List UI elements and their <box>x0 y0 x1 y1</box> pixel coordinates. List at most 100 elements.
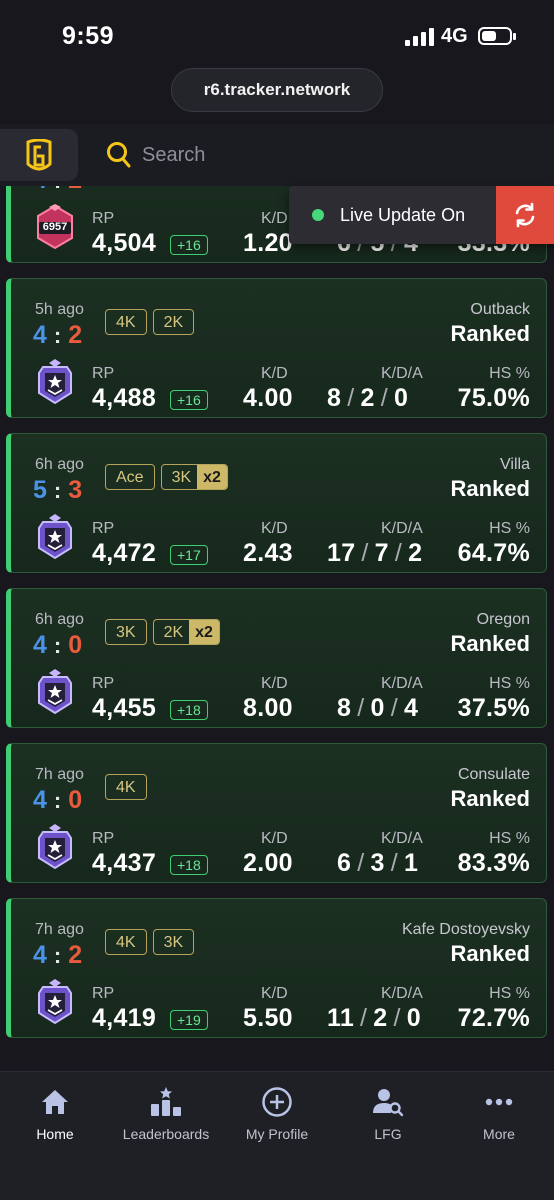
game-mode: Ranked <box>450 476 530 501</box>
score-separator: : <box>54 186 62 193</box>
kda-separator: / <box>380 384 388 412</box>
nav-leaderboards[interactable]: Leaderboards <box>111 1086 221 1142</box>
assists-value: 0 <box>406 1004 421 1032</box>
hs-label: HS % <box>489 365 530 382</box>
kda-separator: / <box>357 849 365 877</box>
kda-separator: / <box>390 694 398 722</box>
rp-value: 4,419 <box>92 1004 157 1032</box>
status-bar: 9:59 4G <box>0 0 554 70</box>
deaths-value: 3 <box>370 849 385 877</box>
multikill-tag: 3K <box>152 929 195 955</box>
deaths-value: 2 <box>373 1004 388 1032</box>
kd-value: 2.00 <box>243 849 293 877</box>
rank-badge-icon <box>35 359 75 405</box>
match-time-ago: 7h ago <box>35 921 84 938</box>
multikill-tag: 2K x2 <box>152 619 220 645</box>
match-card[interactable]: 6h ago 4:0 3K 2K x2 Oregon Ranked RP 4,455 +18 K/D… <box>6 588 547 728</box>
match-card[interactable]: 7h ago 4:0 4K Consulate Ranked RP 4,437 +18 K/D 2… <box>6 743 547 883</box>
map-name: Outback <box>470 301 530 318</box>
kills-value: 8 <box>327 384 342 412</box>
kda-label: K/D/A <box>381 985 423 1002</box>
map-name: Oregon <box>476 611 530 628</box>
rounds-won: 4 <box>33 631 48 659</box>
rp-delta-badge: +18 <box>170 700 208 720</box>
match-score: 4:2 <box>33 941 83 970</box>
deaths-value: 2 <box>360 384 375 412</box>
game-mode: Ranked <box>450 321 530 346</box>
nav-label: My Profile <box>245 1126 309 1142</box>
rp-label: RP <box>92 210 115 227</box>
match-time-ago: 5h ago <box>35 301 84 318</box>
rp-label: RP <box>92 675 115 692</box>
rank-badge-icon: 6957 <box>35 204 75 250</box>
match-time-ago: 7h ago <box>35 766 84 783</box>
app-header: Search <box>0 124 554 186</box>
search-icon <box>107 142 131 168</box>
tag-label: 3K <box>163 933 184 951</box>
score-separator: : <box>53 788 63 813</box>
match-card[interactable]: 6h ago 5:3 Ace 3K x2 Villa Ranked RP 4,472 +17 K/D… <box>6 433 547 573</box>
nav-label: More <box>483 1126 515 1142</box>
score-separator: : <box>53 323 63 348</box>
tag-label: 3K <box>171 468 192 486</box>
assists-value: 2 <box>408 539 423 567</box>
kd-label: K/D <box>261 210 288 227</box>
rounds-lost: 0 <box>68 631 84 659</box>
multikill-tags: 4K 2K <box>105 309 195 335</box>
rp-label: RP <box>92 985 115 1002</box>
score-separator: : <box>53 478 63 503</box>
nav-my-profile[interactable]: My Profile <box>222 1086 332 1142</box>
multikill-tags: 3K 2K x2 <box>105 619 220 645</box>
kd-value: 4.00 <box>243 384 293 412</box>
kda-separator: / <box>347 384 355 412</box>
rp-delta-badge: +17 <box>170 545 208 565</box>
kd-label: K/D <box>261 985 288 1002</box>
url-field[interactable]: r6.tracker.network <box>171 68 383 112</box>
match-card[interactable]: 5h ago 4:2 4K 2K Outback Ranked RP 4,488 +16 K/D 4… <box>6 278 547 418</box>
assists-value: 4 <box>403 694 419 722</box>
multikill-tag: Ace <box>105 464 155 490</box>
add-profile-icon <box>262 1087 292 1117</box>
bottom-nav: Home Leaderboards My Profile LFG More <box>0 1071 554 1200</box>
rainbow-six-logo-icon[interactable] <box>0 129 78 181</box>
match-list: 5h ago4:23KConsulateRanked6957RP4,504+16… <box>0 186 554 1071</box>
nav-lfg[interactable]: LFG <box>333 1086 443 1142</box>
refresh-button[interactable] <box>496 186 554 244</box>
kd-value: 8.00 <box>243 694 293 722</box>
live-update-label: Live Update On <box>340 204 466 225</box>
kda-value: 8/2/0 <box>327 384 408 413</box>
rounds-lost: 2 <box>68 941 84 969</box>
tag-label: 3K <box>116 623 136 641</box>
kda-separator: / <box>393 1004 401 1032</box>
kda-separator: / <box>357 694 365 722</box>
tag-label: 2K <box>163 313 184 331</box>
multikill-tag: 2K <box>152 309 195 335</box>
nav-home[interactable]: Home <box>0 1086 110 1142</box>
browser-bar: r6.tracker.network <box>0 66 554 122</box>
kda-value: 6/3/1 <box>337 849 418 878</box>
kd-value: 1.20 <box>243 229 293 257</box>
tag-multiplier: x2 <box>197 465 227 489</box>
search-bar[interactable]: Search <box>106 138 205 172</box>
kda-separator: / <box>360 1004 368 1032</box>
search-input[interactable]: Search <box>142 144 205 167</box>
live-update-toggle[interactable]: Live Update On <box>289 186 496 244</box>
rp-delta-badge: +18 <box>170 855 208 875</box>
rounds-won: 5 <box>33 476 48 504</box>
tag-multiplier: x2 <box>189 620 219 644</box>
multikill-tags: 4K 3K <box>105 929 195 955</box>
match-card[interactable]: 7h ago 4:2 4K 3K Kafe Dostoyevsky Ranked RP 4,4… <box>6 898 547 1038</box>
hs-label: HS % <box>489 675 530 692</box>
rounds-won: 4 <box>33 186 48 194</box>
kda-value: 8/0/4 <box>337 694 418 723</box>
kda-value: 17/7/2 <box>327 539 422 568</box>
nav-more[interactable]: More <box>444 1086 554 1142</box>
kd-label: K/D <box>261 675 288 692</box>
kd-value: 2.43 <box>243 539 293 567</box>
match-score: 4:2 <box>33 321 83 350</box>
rank-badge-icon <box>35 979 75 1025</box>
tag-label: 4K <box>116 933 136 951</box>
multikill-tags: Ace 3K x2 <box>105 464 228 490</box>
match-score: 4:0 <box>33 786 83 815</box>
kd-label: K/D <box>261 830 288 847</box>
